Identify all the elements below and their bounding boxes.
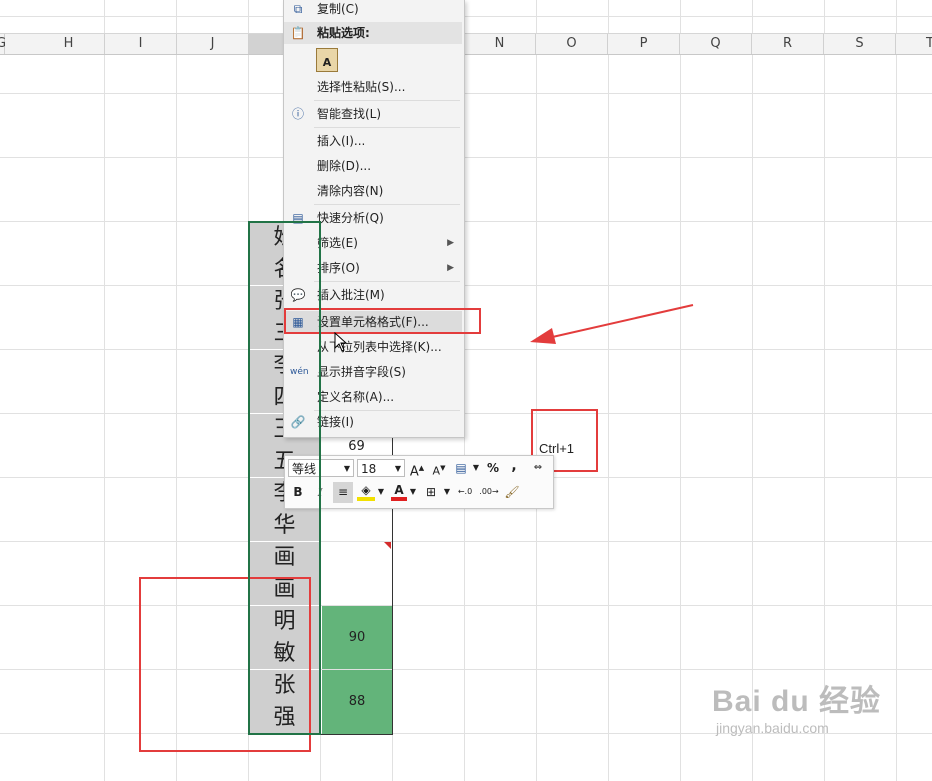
column-header-q[interactable]: Q — [680, 34, 752, 54]
mouse-cursor-icon — [334, 332, 348, 352]
menu-item-delete[interactable]: 删除(D)... — [284, 155, 462, 177]
increase-font-icon[interactable]: A▲ — [409, 459, 425, 479]
decrease-decimal-icon[interactable]: .00→ — [479, 483, 499, 501]
column-header-n[interactable]: N — [464, 34, 536, 54]
annotation-box-format-cells — [284, 308, 481, 334]
menu-item-paste-special[interactable]: 选择性粘贴(S)... — [284, 76, 462, 98]
font-size-select[interactable]: 18 ▼ — [357, 459, 405, 477]
column-header-bar: G H I J N O P Q R S T — [0, 33, 932, 55]
comma-button[interactable]: , — [509, 457, 519, 475]
dropdown-arrow-icon[interactable]: ▼ — [443, 483, 451, 501]
copy-icon: ⧉ — [293, 2, 303, 16]
percent-button[interactable]: % — [485, 459, 501, 477]
column-header-j[interactable]: J — [177, 34, 249, 54]
format-painter-icon[interactable]: 🖌 — [503, 483, 521, 501]
dropdown-arrow-icon[interactable]: ▼ — [377, 483, 385, 501]
menu-item-define-name[interactable]: 定义名称(A)... — [284, 386, 462, 408]
mini-toolbar: 等线 ▼ 18 ▼ A▲ A▼ ▤ ▼ % , ⇔ B I ≡ ◈ ▼ A ▼ ⊞ … — [284, 455, 554, 509]
baidu-watermark: Bai du 经验 jingyan.baidu.com — [712, 676, 881, 736]
increase-decimal-icon[interactable]: ←.0 — [455, 483, 475, 501]
font-name-select[interactable]: 等线 ▼ — [288, 459, 354, 477]
shortcut-note: Ctrl+1 — [539, 441, 575, 456]
column-header-i[interactable]: I — [105, 34, 177, 54]
context-menu: ⧉ 复制(C) 📋 粘贴选项: A 选择性粘贴(S)... ⓘ 智能查找(L) 插入(… — [283, 0, 465, 438]
name-char: 画 — [273, 545, 296, 570]
menu-item-quick-analysis[interactable]: ▤ 快速分析(Q) — [284, 207, 462, 229]
column-header-s[interactable]: S — [824, 34, 896, 54]
submenu-arrow-icon: ▶ — [447, 238, 454, 248]
dropdown-arrow-icon[interactable]: ▼ — [409, 483, 417, 501]
dropdown-arrow-icon: ▼ — [394, 464, 401, 473]
comment-icon: 💬 — [290, 288, 306, 302]
menu-item-filter[interactable]: 筛选(E) ▶ — [284, 232, 462, 254]
menu-item-pick-from-list[interactable]: 从下拉列表中选择(K)... — [284, 336, 462, 358]
column-header-t[interactable]: T — [896, 34, 932, 54]
phonetic-icon: wén — [290, 367, 309, 377]
watermark-brand: Bai du 经验 — [712, 685, 882, 718]
comment-indicator — [384, 542, 391, 549]
menu-item-insert[interactable]: 插入(I)... — [284, 130, 462, 152]
dropdown-arrow-icon: ▼ — [343, 464, 350, 473]
italic-button[interactable]: I — [311, 483, 329, 501]
paste-icon[interactable]: A — [316, 48, 338, 72]
decrease-font-icon[interactable]: A▼ — [431, 459, 447, 478]
fill-color-icon[interactable]: ◈ — [357, 483, 375, 501]
align-center-icon[interactable]: ≡ — [333, 482, 353, 503]
score-cell[interactable]: 90 — [322, 606, 392, 669]
menu-separator — [314, 100, 460, 101]
name-char: 华 — [273, 513, 296, 538]
font-color-icon[interactable]: A — [391, 483, 407, 501]
smart-lookup-icon: ⓘ — [291, 107, 304, 121]
column-header-h[interactable]: H — [33, 34, 105, 54]
menu-paste-options-header: 📋 粘贴选项: — [284, 22, 462, 44]
score-cell[interactable]: 88 — [322, 670, 392, 734]
menu-separator — [314, 204, 460, 205]
annotation-arrow-icon — [530, 304, 694, 344]
menu-item-smart-lookup[interactable]: ⓘ 智能查找(L) — [284, 103, 462, 125]
menu-item-insert-comment[interactable]: 💬 插入批注(M) — [284, 284, 462, 306]
spreadsheet-grid[interactable]: G H I J N O P Q R S T 姓名 张三 李四 王五 李华 画画 … — [0, 0, 932, 781]
submenu-arrow-icon: ▶ — [447, 263, 454, 273]
score-cell[interactable]: 69 — [321, 437, 392, 457]
column-header-o[interactable]: O — [536, 34, 608, 54]
column-header-p[interactable]: P — [608, 34, 680, 54]
quick-analysis-icon: ▤ — [292, 211, 304, 225]
merge-center-icon[interactable]: ⇔ — [529, 459, 547, 477]
menu-item-link[interactable]: 🔗 链接(I) — [284, 411, 462, 433]
menu-item-clear-contents[interactable]: 清除内容(N) — [284, 180, 462, 202]
bold-button[interactable]: B — [289, 483, 307, 501]
menu-item-copy[interactable]: ⧉ 复制(C) — [284, 0, 462, 20]
cell-style-icon[interactable]: ▤ — [452, 459, 470, 477]
column-header-k[interactable] — [249, 34, 283, 54]
watermark-url: jingyan.baidu.com — [716, 720, 829, 736]
column-header-r[interactable]: R — [752, 34, 824, 54]
menu-separator — [314, 281, 460, 282]
clipboard-icon: 📋 — [290, 26, 306, 40]
dropdown-arrow-icon[interactable]: ▼ — [472, 459, 480, 477]
menu-item-sort[interactable]: 排序(O) ▶ — [284, 257, 462, 279]
menu-separator — [314, 127, 460, 128]
link-icon: 🔗 — [290, 415, 306, 429]
menu-item-show-phonetic[interactable]: wén 显示拼音字段(S) — [284, 361, 462, 383]
column-header-g[interactable]: G — [0, 34, 6, 54]
borders-icon[interactable]: ⊞ — [423, 483, 439, 501]
annotation-box-cells — [139, 577, 311, 752]
